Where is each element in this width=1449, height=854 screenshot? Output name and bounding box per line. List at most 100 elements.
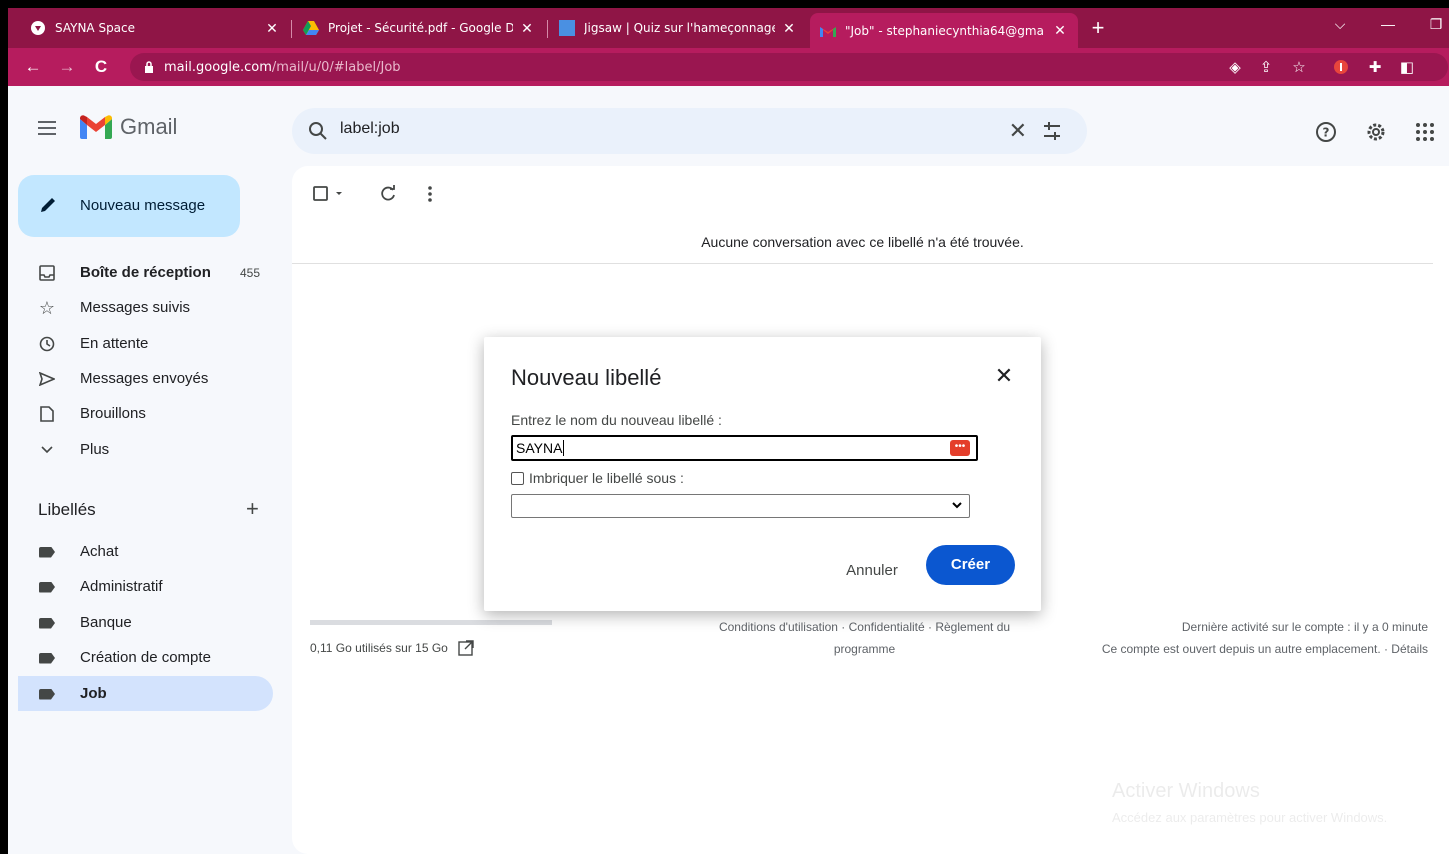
- label-name-input[interactable]: SAYNA •••: [511, 435, 978, 461]
- gmail-logo[interactable]: Gmail: [80, 114, 177, 140]
- sidebar-label-achat[interactable]: Achat: [18, 534, 273, 569]
- chevron-down-icon: [38, 441, 56, 459]
- create-button[interactable]: Créer: [926, 545, 1015, 585]
- nest-label-text: Imbriquer le libellé sous :: [529, 470, 684, 486]
- svg-text:?: ?: [1323, 126, 1330, 140]
- address-field[interactable]: mail.google.com/mail/u/0/#label/Job: [130, 53, 1448, 81]
- close-tab-icon[interactable]: ✕: [519, 20, 535, 37]
- sidebar-item-starred[interactable]: ☆ Messages suivis: [18, 290, 273, 325]
- apps-grid-icon[interactable]: [1413, 120, 1437, 144]
- back-button[interactable]: ←: [22, 56, 44, 78]
- tab-google-drive[interactable]: Projet - Sécurité.pdf - Google Dri ✕: [293, 12, 545, 44]
- label-tag-icon: [38, 685, 56, 703]
- google-drive-favicon: [303, 20, 319, 36]
- select-all-checkbox[interactable]: [312, 184, 346, 204]
- extensions-puzzle-icon[interactable]: ✚: [1366, 59, 1384, 77]
- close-icon[interactable]: ✕: [992, 363, 1016, 389]
- storage-usage: 0,11 Go utilisés sur 15 Go: [310, 640, 474, 656]
- inbox-icon: [38, 264, 56, 282]
- text-caret: [563, 440, 565, 456]
- close-tab-icon[interactable]: ✕: [264, 20, 280, 37]
- tab-sayna-space[interactable]: SAYNA Space ✕: [20, 12, 290, 44]
- password-manager-icon[interactable]: •••: [950, 440, 970, 456]
- clear-search-icon[interactable]: ✕: [1009, 120, 1027, 142]
- side-panel-icon[interactable]: ◧: [1398, 59, 1416, 77]
- windows-activation-watermark: Activer Windows: [1112, 780, 1260, 802]
- sidebar-item-label: Création de compte: [80, 649, 211, 666]
- tab-jigsaw[interactable]: Jigsaw | Quiz sur l'hameçonnage ✕: [549, 12, 807, 44]
- restore-button[interactable]: ❐: [1416, 16, 1449, 33]
- sidebar-item-snoozed[interactable]: En attente: [18, 326, 273, 361]
- tab-gmail-job[interactable]: "Job" - stephaniecynthia64@gma ✕: [810, 13, 1078, 48]
- new-tab-button[interactable]: +: [1086, 16, 1110, 40]
- star-icon: ☆: [38, 297, 56, 318]
- parent-label-select[interactable]: [511, 494, 970, 518]
- label-name-prompt: Entrez le nom du nouveau libellé :: [511, 412, 722, 428]
- gmail-m-icon: [80, 115, 112, 139]
- extension-shield-icon[interactable]: [1332, 59, 1350, 77]
- label-tag-icon: [38, 614, 56, 632]
- sidebar-item-label: Job: [80, 685, 107, 702]
- external-link-icon[interactable]: [458, 640, 474, 656]
- bookmark-star-icon[interactable]: ☆: [1290, 59, 1308, 77]
- close-tab-icon[interactable]: ✕: [1052, 22, 1068, 39]
- nest-label-option[interactable]: Imbriquer le libellé sous :: [511, 470, 684, 486]
- sidebar-item-label: Plus: [80, 441, 110, 458]
- eye-icon[interactable]: ◈: [1226, 59, 1244, 77]
- sidebar-label-banque[interactable]: Banque: [18, 605, 273, 640]
- sidebar-item-label: Messages suivis: [80, 299, 191, 316]
- details-link[interactable]: Ce compte est ouvert depuis un autre emp…: [1032, 638, 1428, 660]
- search-input[interactable]: [340, 120, 940, 138]
- sidebar-item-sent[interactable]: Messages envoyés: [18, 361, 273, 396]
- refresh-icon[interactable]: [378, 184, 398, 204]
- windows-activation-subtext: Accédez aux paramètres pour activer Wind…: [1112, 810, 1388, 825]
- clock-icon: [38, 335, 56, 353]
- sidebar-item-drafts[interactable]: Brouillons: [18, 396, 273, 431]
- search-options-icon[interactable]: [1041, 120, 1063, 142]
- minimize-button[interactable]: —: [1368, 16, 1408, 32]
- dialog-title: Nouveau libellé: [511, 365, 662, 390]
- search-bar[interactable]: ✕: [292, 108, 1087, 154]
- sidebar-label-creation-de-compte[interactable]: Création de compte: [18, 640, 273, 675]
- address-bar-row: ← → C mail.google.com/mail/u/0/#label/Jo…: [8, 48, 1449, 86]
- tab-title: Projet - Sécurité.pdf - Google Dri: [328, 21, 513, 35]
- footer-links[interactable]: Conditions d'utilisation · Confidentiali…: [692, 616, 1037, 660]
- tab-search-icon[interactable]: ⌵: [1320, 16, 1360, 33]
- close-tab-icon[interactable]: ✕: [781, 20, 797, 37]
- search-icon[interactable]: [308, 121, 328, 141]
- compose-label: Nouveau message: [80, 197, 206, 214]
- help-icon[interactable]: ?: [1314, 120, 1338, 144]
- add-label-button[interactable]: +: [246, 496, 259, 522]
- cancel-button[interactable]: Annuler: [834, 553, 910, 589]
- sidebar-item-label: Banque: [80, 614, 132, 631]
- lock-icon: [145, 61, 153, 73]
- reload-button[interactable]: C: [90, 56, 112, 78]
- label-tag-icon: [38, 649, 56, 667]
- forward-button[interactable]: →: [56, 56, 78, 78]
- share-icon[interactable]: ⇪: [1257, 59, 1275, 77]
- chevron-down-icon: [952, 502, 962, 509]
- sidebar-item-inbox[interactable]: Boîte de réception 455: [18, 255, 273, 290]
- compose-button[interactable]: Nouveau message: [18, 175, 240, 237]
- main-menu-icon[interactable]: [38, 121, 56, 135]
- gmail-logo-text: Gmail: [120, 114, 178, 139]
- more-options-icon[interactable]: [420, 184, 440, 204]
- gmail-favicon: [820, 23, 836, 39]
- nest-label-checkbox[interactable]: [511, 471, 524, 485]
- sayna-favicon: [30, 20, 46, 36]
- browser-window: SAYNA Space ✕ Projet - Sécurité.pdf - Go…: [8, 8, 1449, 854]
- sidebar-label-job[interactable]: Job: [18, 676, 273, 711]
- last-activity-text: Dernière activité sur le compte : il y a…: [1181, 620, 1428, 634]
- empty-state-message: Aucune conversation avec ce libellé n'a …: [701, 234, 1024, 250]
- label-name-value: SAYNA: [516, 440, 563, 456]
- tab-separator: [291, 20, 292, 38]
- label-tag-icon: [38, 543, 56, 561]
- footer-links-line2[interactable]: programme: [692, 638, 1037, 660]
- storage-usage-text: 0,11 Go utilisés sur 15 Go: [310, 641, 448, 655]
- settings-gear-icon[interactable]: [1364, 120, 1388, 144]
- unread-count: 455: [240, 266, 261, 280]
- sidebar-label-administratif[interactable]: Administratif: [18, 569, 273, 604]
- sidebar-item-more[interactable]: Plus: [18, 432, 273, 467]
- footer-links-line1[interactable]: Conditions d'utilisation · Confidentiali…: [692, 616, 1037, 638]
- pencil-icon: [41, 198, 55, 212]
